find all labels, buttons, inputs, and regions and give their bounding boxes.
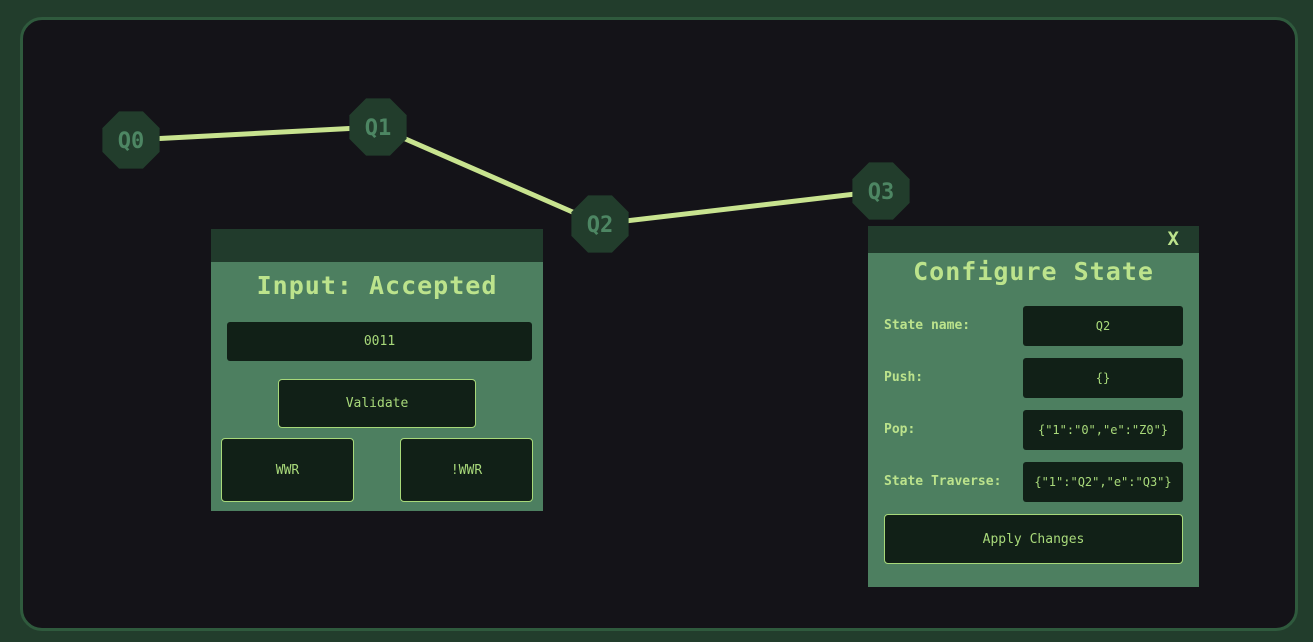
state-node-q3[interactable]: Q3	[852, 162, 910, 220]
state-node-label: Q2	[587, 213, 614, 238]
edge-Q2-Q3	[599, 188, 882, 227]
validate-button[interactable]: Validate	[278, 379, 476, 428]
push-field[interactable]: {}	[1023, 358, 1183, 398]
pop-field[interactable]: {"1":"0","e":"Z0"}	[1023, 410, 1183, 450]
state-node-label: Q0	[118, 129, 145, 154]
input-panel: Input: Accepted 0011 Validate WWR !WWR	[211, 229, 543, 511]
state-name-label: State name:	[884, 318, 971, 333]
not-wwr-button[interactable]: !WWR	[400, 438, 533, 502]
state-node-q2[interactable]: Q2	[571, 195, 629, 253]
input-string-field[interactable]: 0011	[227, 322, 532, 361]
configure-state-panel: X Configure State State name: Q2 Push: {…	[868, 226, 1199, 587]
edge-Q0-Q1	[130, 124, 379, 143]
state-node-label: Q1	[365, 116, 392, 141]
config-panel-titlebar[interactable]: X	[868, 226, 1199, 253]
edge-Q1-Q2	[376, 124, 602, 227]
pop-label: Pop:	[884, 422, 916, 437]
apply-changes-button[interactable]: Apply Changes	[884, 514, 1183, 564]
state-traverse-field[interactable]: {"1":"Q2","e":"Q3"}	[1023, 462, 1183, 502]
input-status-title: Input: Accepted	[256, 271, 498, 300]
config-panel-title: Configure State	[913, 257, 1154, 286]
state-node-q0[interactable]: Q0	[102, 111, 160, 169]
wwr-button[interactable]: WWR	[221, 438, 354, 502]
state-traverse-label: State Traverse:	[884, 474, 1002, 489]
state-node-label: Q3	[868, 180, 895, 205]
state-node-q1[interactable]: Q1	[349, 98, 407, 156]
close-icon[interactable]: X	[1168, 228, 1179, 250]
input-panel-titlebar[interactable]	[211, 229, 543, 262]
state-name-field[interactable]: Q2	[1023, 306, 1183, 346]
graph-canvas[interactable]: Q0 Q1 Q2 Q3 Input: Accepted 0011 Validate W…	[20, 17, 1298, 631]
push-label: Push:	[884, 370, 924, 385]
